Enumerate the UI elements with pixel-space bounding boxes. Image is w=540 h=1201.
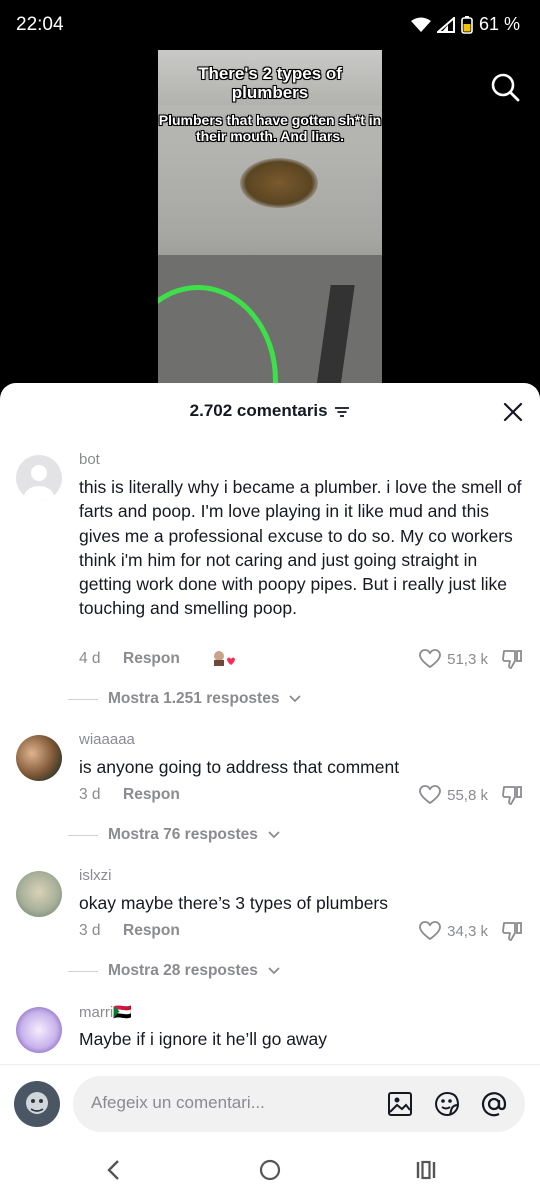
- comments-header: 2.702 comentaris: [0, 383, 540, 439]
- dislike-icon[interactable]: [501, 784, 523, 806]
- comment-username[interactable]: islxzi: [79, 867, 112, 884]
- back-icon[interactable]: [102, 1158, 126, 1182]
- like-count: 34,3 k: [447, 922, 488, 940]
- reply-button[interactable]: Respon: [123, 922, 180, 940]
- avatar[interactable]: [16, 1007, 62, 1053]
- view-replies-button[interactable]: Mostra 1.251 respostes: [68, 690, 302, 708]
- view-replies-button[interactable]: Mostra 28 respostes: [68, 962, 280, 980]
- like-control[interactable]: 55,8 k: [419, 785, 488, 805]
- status-bar: 22:04 61 %: [0, 0, 540, 50]
- comment-text: okay maybe there’s 3 types of plumbers: [79, 893, 389, 913]
- battery-icon: [461, 15, 473, 34]
- comment-meta: 4 d Respon: [79, 650, 235, 668]
- reply-button[interactable]: Respon: [123, 650, 180, 668]
- comment-meta: 3 d Respon: [79, 786, 180, 804]
- system-navigation-bar: [0, 1140, 540, 1200]
- heart-icon[interactable]: [419, 785, 442, 805]
- comment-text: is anyone going to address that comment: [79, 757, 400, 777]
- mention-icon[interactable]: [480, 1090, 508, 1118]
- close-icon[interactable]: [500, 399, 526, 425]
- dislike-icon[interactable]: [501, 920, 523, 942]
- comment-username[interactable]: marri🇸🇩: [79, 1003, 132, 1021]
- like-count: 51,3 k: [447, 650, 488, 668]
- chevron-down-icon: [268, 967, 280, 975]
- video-player[interactable]: There's 2 types of plumbers Plumbers tha…: [158, 50, 382, 390]
- comments-count[interactable]: 2.702 comentaris: [0, 401, 540, 421]
- my-avatar[interactable]: [14, 1081, 60, 1127]
- dislike-icon[interactable]: [501, 648, 523, 670]
- recents-icon[interactable]: [414, 1158, 438, 1182]
- status-time: 22:04: [16, 14, 64, 35]
- like-control[interactable]: 34,3 k: [419, 921, 488, 941]
- wifi-icon: [410, 17, 431, 32]
- emoji-sticker-icon[interactable]: [433, 1090, 461, 1118]
- comment-text: Maybe if i ignore it he’ll go away: [79, 1029, 328, 1049]
- heart-icon[interactable]: [419, 649, 442, 669]
- cell-signal-icon: [436, 16, 455, 33]
- image-icon[interactable]: [386, 1090, 414, 1118]
- battery-percent: 61 %: [478, 14, 520, 34]
- avatar[interactable]: [16, 871, 62, 917]
- reply-button[interactable]: Respon: [123, 786, 180, 804]
- chevron-down-icon: [289, 695, 302, 703]
- comment-text: this is literally why i became a plumber…: [79, 477, 522, 619]
- video-caption-title: There's 2 types of plumbers: [198, 64, 342, 102]
- search-icon[interactable]: [490, 72, 520, 102]
- comment-age: 3 d: [79, 922, 101, 939]
- creator-liked-badge: [211, 649, 235, 669]
- heart-icon[interactable]: [419, 921, 442, 941]
- sort-icon[interactable]: [334, 406, 350, 418]
- comment-username[interactable]: wiaaaaa: [79, 731, 135, 748]
- view-replies-button[interactable]: Mostra 76 respostes: [68, 826, 280, 844]
- status-icons: 61 %: [410, 14, 520, 35]
- home-icon[interactable]: [258, 1158, 282, 1182]
- like-control[interactable]: 51,3 k: [419, 649, 488, 669]
- comment-input[interactable]: Afegeix un comentari...: [73, 1076, 525, 1132]
- avatar[interactable]: [16, 455, 62, 501]
- comment-input-placeholder: Afegeix un comentari...: [91, 1093, 265, 1112]
- comment-meta: 3 d Respon: [79, 922, 180, 940]
- comment-age: 4 d: [79, 650, 101, 667]
- like-count: 55,8 k: [447, 786, 488, 804]
- comment-username[interactable]: bot: [79, 451, 100, 468]
- chevron-down-icon: [268, 831, 280, 839]
- video-caption-body: Plumbers that have gotten sh*t in their …: [158, 112, 382, 144]
- comment-age: 3 d: [79, 786, 101, 803]
- avatar[interactable]: [16, 735, 62, 781]
